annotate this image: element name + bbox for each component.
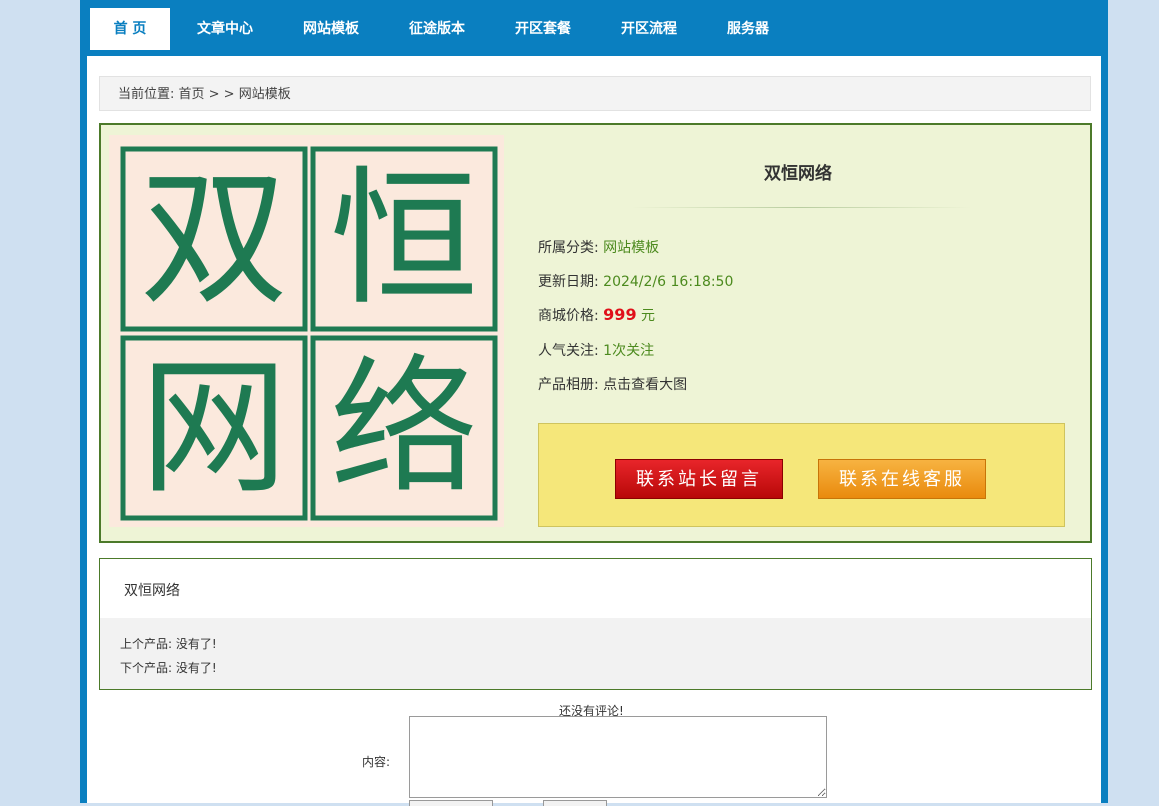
contact-owner-button[interactable]: 联系站长留言 xyxy=(615,459,783,499)
category-label: 所属分类: xyxy=(538,240,599,256)
date-label: 更新日期: xyxy=(538,274,599,290)
contact-button-box: 联系站长留言 联系在线客服 xyxy=(538,423,1065,527)
product-description: 双恒网络 上个产品: 没有了! 下个产品: 没有了! xyxy=(99,558,1092,690)
popularity-value: 1次关注 xyxy=(603,343,655,359)
info-popularity: 人气关注: 1次关注 xyxy=(538,340,654,360)
info-date: 更新日期: 2024/2/6 16:18:50 xyxy=(538,271,733,291)
online-service-button[interactable]: 联系在线客服 xyxy=(818,459,986,499)
popularity-label: 人气关注: xyxy=(538,343,599,359)
content-area: 当前位置: 首页 > > 网站模板 双 恒 网 络 双恒网络 所属分类: 网站模… xyxy=(87,56,1101,806)
price-unit: 元 xyxy=(641,308,656,324)
nav-packages[interactable]: 开区套餐 xyxy=(502,8,584,50)
logo-char-4: 络 xyxy=(330,342,478,514)
product-title: 双恒网络 xyxy=(764,164,832,184)
comment-textarea[interactable] xyxy=(409,716,827,798)
price-value: 999 xyxy=(603,305,637,324)
date-value: 2024/2/6 16:18:50 xyxy=(603,274,734,290)
main-nav: 首 页 文章中心 网站模板 征途版本 开区套餐 开区流程 服务器 xyxy=(80,0,1108,56)
product-panel: 双 恒 网 络 双恒网络 所属分类: 网站模板 更新日期: 2024/2/6 1… xyxy=(99,123,1092,543)
album-link[interactable]: 点击查看大图 xyxy=(603,377,687,393)
nav-home[interactable]: 首 页 xyxy=(90,8,170,50)
nav-versions[interactable]: 征途版本 xyxy=(396,8,478,50)
logo-char-3: 网 xyxy=(140,342,288,514)
logo-grid-svg: 双 恒 网 络 xyxy=(120,146,498,521)
product-pagination: 上个产品: 没有了! 下个产品: 没有了! xyxy=(100,618,1091,689)
album-label: 产品相册: xyxy=(538,377,599,393)
nav-templates[interactable]: 网站模板 xyxy=(290,8,372,50)
logo-char-1: 双 xyxy=(140,153,288,325)
info-category: 所属分类: 网站模板 xyxy=(538,237,659,257)
breadcrumb: 当前位置: 首页 > > 网站模板 xyxy=(99,76,1091,111)
nav-process[interactable]: 开区流程 xyxy=(608,8,690,50)
comment-submit-button[interactable] xyxy=(409,800,493,806)
next-product-link[interactable]: 下个产品: 没有了! xyxy=(120,659,217,676)
comment-reset-button[interactable] xyxy=(543,800,607,806)
title-divider xyxy=(631,207,971,208)
price-label: 商城价格: xyxy=(538,308,599,324)
logo-char-2: 恒 xyxy=(330,153,478,325)
info-album: 产品相册: 点击查看大图 xyxy=(538,374,687,394)
prev-product-link[interactable]: 上个产品: 没有了! xyxy=(120,635,217,652)
info-price: 商城价格: 999 元 xyxy=(538,305,655,325)
category-link[interactable]: 网站模板 xyxy=(603,240,659,256)
product-logo-image[interactable]: 双 恒 网 络 xyxy=(109,135,504,527)
nav-articles[interactable]: 文章中心 xyxy=(184,8,266,50)
comment-content-label: 内容: xyxy=(362,755,391,769)
nav-servers[interactable]: 服务器 xyxy=(714,8,782,50)
description-title: 双恒网络 xyxy=(124,583,180,599)
page-frame: 首 页 文章中心 网站模板 征途版本 开区套餐 开区流程 服务器 当前位置: 首… xyxy=(80,0,1108,806)
